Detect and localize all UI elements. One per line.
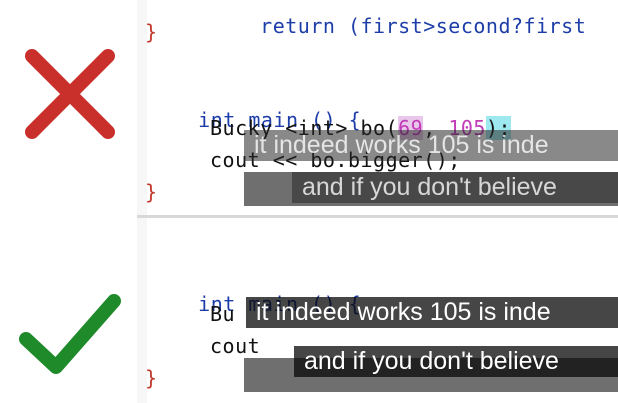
code-line-bucky: Bu [210, 302, 236, 326]
subtitle-line: it indeed works 105 is inde [244, 130, 618, 161]
check-icon [19, 294, 121, 374]
code-line-brace: } [145, 366, 158, 390]
subtitle-line: and if you don't believe [292, 172, 618, 203]
code-text: return (first>second?first [260, 14, 587, 38]
icon-column [0, 0, 137, 400]
subtitle-line: and if you don't believe [294, 346, 618, 377]
code-line-brace: } [145, 180, 158, 204]
code-line-cout: cout [210, 334, 261, 358]
x-icon [25, 49, 115, 139]
code-line-brace: } [145, 20, 158, 44]
subtitle-line: it indeed works 105 is inde [246, 297, 618, 328]
code-line-return: return (first>second?first [210, 0, 586, 62]
